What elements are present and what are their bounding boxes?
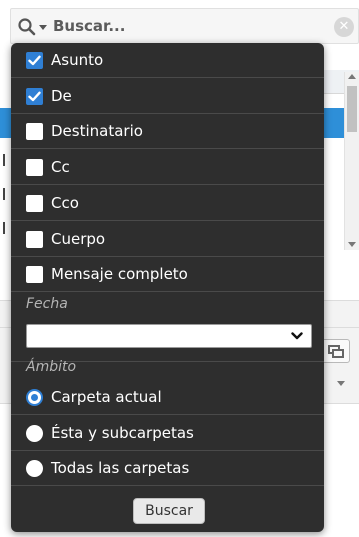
- search-bar: Buscar... ✕: [10, 8, 359, 44]
- option-label: Mensaje completo: [51, 265, 188, 283]
- option-label: Cc: [51, 158, 70, 176]
- checkbox-icon[interactable]: [26, 122, 43, 140]
- search-button[interactable]: Buscar: [133, 498, 205, 524]
- scope-option-subcarpetas[interactable]: Ésta y subcarpetas: [11, 416, 324, 451]
- caret-down-icon[interactable]: [337, 381, 345, 386]
- field-option-cuerpo[interactable]: Cuerpo: [11, 222, 324, 257]
- app-viewport: Buscar... ✕ Asunto De Destinatario Cc Cc…: [0, 0, 359, 537]
- date-section-title: Fecha: [26, 296, 68, 312]
- open-window-button[interactable]: [320, 339, 350, 363]
- row-edge-mark: [3, 222, 9, 234]
- checkbox-icon[interactable]: [26, 265, 43, 283]
- search-options-menu: Asunto De Destinatario Cc Cco Cuerpo Men: [11, 43, 324, 532]
- clear-search-icon[interactable]: ✕: [334, 17, 354, 37]
- chevron-down-icon: [291, 332, 303, 340]
- option-label: De: [51, 87, 72, 105]
- field-option-cc[interactable]: Cc: [11, 150, 324, 185]
- row-edge-mark: [3, 188, 9, 200]
- search-options-icon[interactable]: [17, 17, 39, 37]
- scroll-up-icon[interactable]: [348, 74, 356, 79]
- field-option-de[interactable]: De: [11, 79, 324, 114]
- scope-section-title: Ámbito: [26, 359, 77, 375]
- scroll-thumb[interactable]: [347, 86, 357, 132]
- option-label: Todas las carpetas: [51, 459, 190, 477]
- radio-selected-icon[interactable]: [26, 388, 43, 406]
- checkbox-checked-icon[interactable]: [26, 51, 43, 69]
- field-option-destinatario[interactable]: Destinatario: [11, 114, 324, 149]
- date-select[interactable]: [26, 324, 312, 348]
- field-option-mensaje-completo[interactable]: Mensaje completo: [11, 257, 324, 292]
- search-input[interactable]: Buscar...: [53, 17, 125, 35]
- field-option-cco[interactable]: Cco: [11, 186, 324, 221]
- window-icon: [332, 349, 344, 358]
- option-label: Cco: [51, 194, 79, 212]
- option-label: Carpeta actual: [51, 388, 162, 406]
- option-label: Ésta y subcarpetas: [51, 424, 194, 442]
- field-option-asunto[interactable]: Asunto: [11, 43, 324, 78]
- checkbox-icon[interactable]: [26, 194, 43, 212]
- option-label: Cuerpo: [51, 230, 106, 248]
- option-label: Asunto: [51, 51, 104, 69]
- scroll-down-icon[interactable]: [348, 242, 356, 247]
- radio-icon[interactable]: [26, 424, 43, 442]
- scope-option-carpeta-actual[interactable]: Carpeta actual: [11, 380, 324, 415]
- checkbox-icon[interactable]: [26, 230, 43, 248]
- list-scrollbar[interactable]: [344, 72, 359, 250]
- checkbox-icon[interactable]: [26, 158, 43, 176]
- row-edge-mark: [3, 154, 9, 166]
- caret-down-icon[interactable]: [39, 25, 47, 30]
- scope-option-todas[interactable]: Todas las carpetas: [11, 451, 324, 486]
- radio-icon[interactable]: [26, 459, 43, 477]
- checkbox-checked-icon[interactable]: [26, 87, 43, 105]
- option-label: Destinatario: [51, 122, 143, 140]
